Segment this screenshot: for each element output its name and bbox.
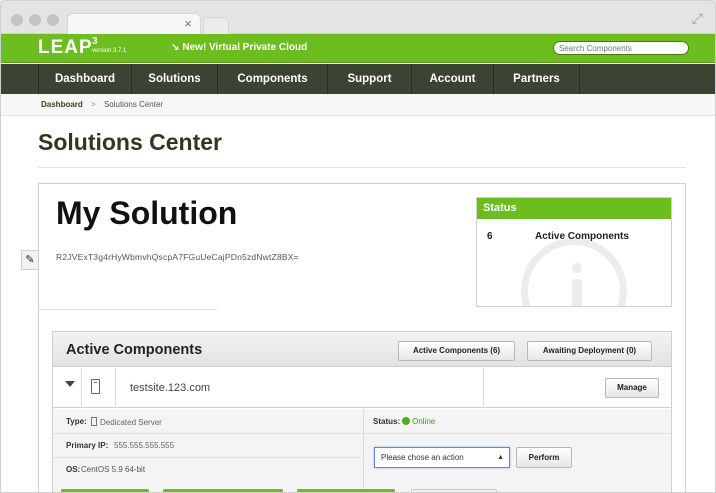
status-field-value: Online (412, 417, 436, 426)
breadcrumb: Dashboard > Solutions Center (1, 94, 715, 116)
breadcrumb-dashboard[interactable]: Dashboard (41, 100, 83, 109)
solution-divider (39, 309, 217, 310)
perform-button[interactable]: Perform (516, 447, 572, 468)
os-label: OS: (66, 465, 81, 474)
os-value: CentOS 5.9 64-bit (81, 465, 146, 474)
arrow-down-icon: ↘ (171, 42, 180, 53)
server-small-icon (91, 417, 97, 426)
primary-ip-value: 555.555.555.555 (114, 441, 175, 450)
window-zoom-icon[interactable] (47, 14, 59, 26)
status-label: Active Components (535, 231, 629, 242)
nav-item-solutions[interactable]: Solutions (132, 64, 218, 94)
select-arrows-icon: ▲ (497, 454, 504, 461)
server-icon (91, 379, 100, 394)
edit-icon[interactable]: ✎ (21, 250, 39, 270)
online-status-icon (402, 417, 411, 425)
info-icon-dot (572, 263, 582, 273)
main-nav: Dashboard Solutions Components Support A… (1, 64, 715, 94)
action-select[interactable]: Please chose an action ▲ (374, 447, 510, 468)
active-components-title: Active Components (66, 342, 203, 358)
nav-item-account[interactable]: Account (412, 64, 494, 94)
page-title: Solutions Center (38, 129, 223, 155)
status-field: Status: Online (373, 417, 435, 426)
active-components-button[interactable]: Active Components (6) (398, 341, 515, 361)
nav-item-dashboard[interactable]: Dashboard (38, 64, 132, 94)
row-divider (483, 368, 484, 408)
window-close-icon[interactable] (11, 14, 23, 26)
status-field-label: Status: (373, 417, 401, 426)
solution-name: My Solution (56, 195, 238, 231)
details-rule (53, 457, 363, 458)
info-icon (521, 238, 627, 306)
fullscreen-icon[interactable]: ⤢ (692, 10, 703, 27)
version-label: version 3.7.1 (92, 48, 127, 54)
nav-item-partners[interactable]: Partners (494, 64, 580, 94)
type-value-text: Dedicated Server (100, 418, 162, 427)
breadcrumb-separator: > (91, 100, 96, 109)
bottom-button[interactable] (61, 489, 149, 492)
status-box: Status 6 Active Components (476, 197, 672, 307)
title-divider (38, 167, 686, 168)
nav-item-components[interactable]: Components (218, 64, 328, 94)
logo[interactable]: LEAP (38, 37, 93, 59)
info-icon-bar (572, 279, 582, 306)
bottom-button[interactable] (297, 489, 395, 492)
details-divider (363, 409, 364, 489)
search-input[interactable] (553, 41, 689, 55)
action-select-value: Please chose an action (381, 453, 464, 462)
breadcrumb-current: Solutions Center (103, 100, 164, 109)
details-rule (364, 433, 671, 434)
new-tab-button[interactable] (203, 17, 229, 35)
caret-down-icon[interactable] (65, 381, 75, 387)
browser-tab[interactable]: × (67, 13, 201, 35)
type-value: Dedicated Server (91, 417, 162, 427)
nav-item-support[interactable]: Support (328, 64, 412, 94)
type-label: Type: (66, 417, 87, 426)
logo-superscript: 3 (92, 36, 98, 47)
details-rule (53, 433, 363, 434)
promo-text: New! Virtual Private Cloud (182, 42, 308, 53)
primary-ip-label: Primary IP: (66, 441, 109, 450)
status-heading: Status (477, 198, 671, 219)
header-bar: LEAP 3 version 3.7.1 ↘ New! Virtual Priva… (1, 34, 715, 63)
promo-link[interactable]: ↘ New! Virtual Private Cloud (171, 42, 307, 53)
bottom-button[interactable] (163, 489, 283, 492)
solution-hash: R2JVExT3g4rHyWbmvhQscpA7FGuUeCajPDn5zdNw… (56, 252, 299, 262)
awaiting-deployment-button[interactable]: Awaiting Deployment (0) (527, 341, 652, 361)
window-minimize-icon[interactable] (29, 14, 41, 26)
component-hostname[interactable]: testsite.123.com (130, 382, 210, 394)
tab-close-icon[interactable]: × (184, 16, 192, 31)
manage-button[interactable]: Manage (605, 378, 659, 398)
row-divider (81, 368, 82, 408)
browser-window: × ⤢ LEAP 3 version 3.7.1 ↘ New! Virtual P… (0, 0, 716, 493)
row-divider (115, 368, 116, 408)
status-count: 6 (487, 231, 493, 242)
browser-chrome: × ⤢ (1, 1, 715, 35)
bottom-button[interactable] (411, 489, 497, 492)
